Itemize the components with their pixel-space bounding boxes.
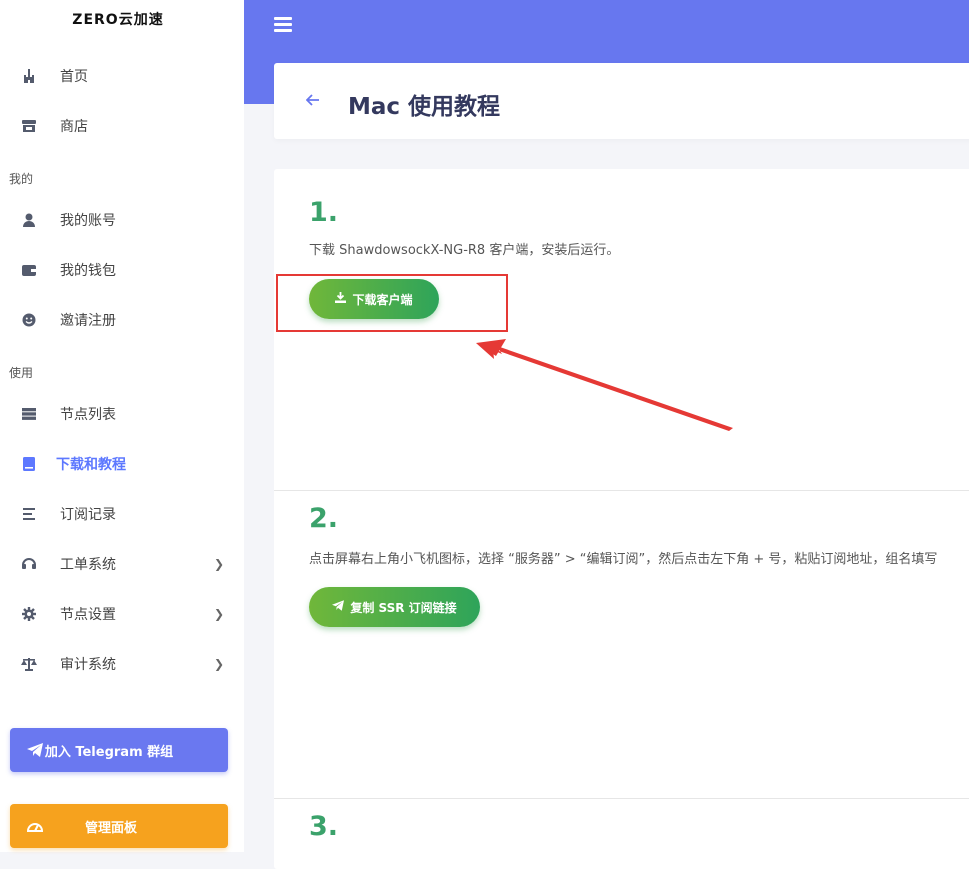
smile-icon bbox=[20, 311, 38, 329]
chevron-right-icon: ❯ bbox=[214, 557, 225, 571]
back-arrow-icon[interactable] bbox=[305, 91, 320, 110]
divider bbox=[274, 490, 969, 491]
page-header: Mac 使用教程 bbox=[274, 63, 969, 139]
sidebar-item-label: 邀请注册 bbox=[60, 313, 116, 329]
sidebar-item-audit[interactable]: 审计系统 ❯ bbox=[0, 644, 244, 684]
divider bbox=[274, 798, 969, 799]
sidebar-item-nodes[interactable]: 节点列表 bbox=[0, 394, 244, 434]
sidebar-item-subscriptions[interactable]: 订阅记录 bbox=[0, 494, 244, 534]
step-number: 3. bbox=[309, 811, 339, 842]
sidebar-item-label: 我的账号 bbox=[60, 213, 116, 229]
sidebar-item-tickets[interactable]: 工单系统 ❯ bbox=[0, 544, 244, 584]
sidebar-item-label: 我的钱包 bbox=[60, 263, 116, 279]
sidebar-item-label: 订阅记录 bbox=[60, 507, 116, 523]
sidebar-item-label: 首页 bbox=[60, 69, 88, 85]
section-label-mine: 我的 bbox=[9, 172, 34, 186]
sidebar-item-label: 节点列表 bbox=[60, 407, 116, 423]
list-icon bbox=[20, 505, 38, 523]
gear-icon bbox=[20, 605, 38, 623]
annotation-highlight-box bbox=[276, 274, 508, 332]
server-icon bbox=[20, 405, 38, 423]
sidebar-item-label: 节点设置 bbox=[60, 607, 116, 623]
brand-logo: ZERO云加速 bbox=[72, 12, 164, 28]
sidebar-item-wallet[interactable]: 我的钱包 bbox=[0, 250, 244, 290]
telegram-button-label: 加入 Telegram 群组 bbox=[44, 744, 174, 760]
paper-plane-icon bbox=[332, 600, 345, 614]
sidebar: ZERO云加速 首页 商店 我的 我的账号 我的钱包 邀请注册 使用 节点列表 … bbox=[0, 0, 244, 852]
copy-ssr-label: 复制 SSR 订阅链接 bbox=[350, 600, 457, 615]
book-icon bbox=[20, 455, 38, 473]
sidebar-item-account[interactable]: 我的账号 bbox=[0, 200, 244, 240]
sidebar-item-download[interactable]: 下载和教程 bbox=[0, 444, 244, 484]
balance-scale-icon bbox=[20, 655, 38, 673]
chevron-right-icon: ❯ bbox=[214, 657, 225, 671]
admin-panel-button[interactable]: 管理面板 bbox=[10, 804, 228, 848]
step-text: 点击屏幕右上角小飞机图标，选择 “服务器” > “编辑订阅”，然后点击左下角 +… bbox=[309, 552, 938, 567]
section-label-use: 使用 bbox=[9, 366, 34, 380]
chevron-right-icon: ❯ bbox=[214, 607, 225, 621]
step-number: 2. bbox=[309, 503, 339, 534]
sidebar-item-label: 工单系统 bbox=[60, 557, 116, 573]
step-number: 1. bbox=[309, 197, 339, 228]
castle-icon bbox=[20, 67, 38, 85]
copy-ssr-subscription-button[interactable]: 复制 SSR 订阅链接 bbox=[309, 587, 480, 627]
admin-button-label: 管理面板 bbox=[84, 820, 137, 836]
headset-icon bbox=[20, 555, 38, 573]
store-icon bbox=[20, 117, 38, 135]
page-title: Mac 使用教程 bbox=[348, 94, 501, 120]
sidebar-item-label: 下载和教程 bbox=[56, 457, 126, 473]
step-text: 下载 ShawdowsockX-NG-R8 客户端，安装后运行。 bbox=[309, 243, 620, 258]
sidebar-item-store[interactable]: 商店 bbox=[0, 106, 244, 146]
sidebar-item-invite[interactable]: 邀请注册 bbox=[0, 300, 244, 340]
sidebar-item-home[interactable]: 首页 bbox=[0, 56, 244, 96]
sidebar-item-label: 审计系统 bbox=[60, 657, 116, 673]
sidebar-item-label: 商店 bbox=[60, 119, 88, 135]
wallet-icon bbox=[20, 261, 38, 279]
sidebar-item-node-settings[interactable]: 节点设置 ❯ bbox=[0, 594, 244, 634]
telegram-group-button[interactable]: 加入 Telegram 群组 bbox=[10, 728, 228, 772]
user-icon bbox=[20, 211, 38, 229]
menu-toggle-icon[interactable] bbox=[274, 17, 292, 33]
